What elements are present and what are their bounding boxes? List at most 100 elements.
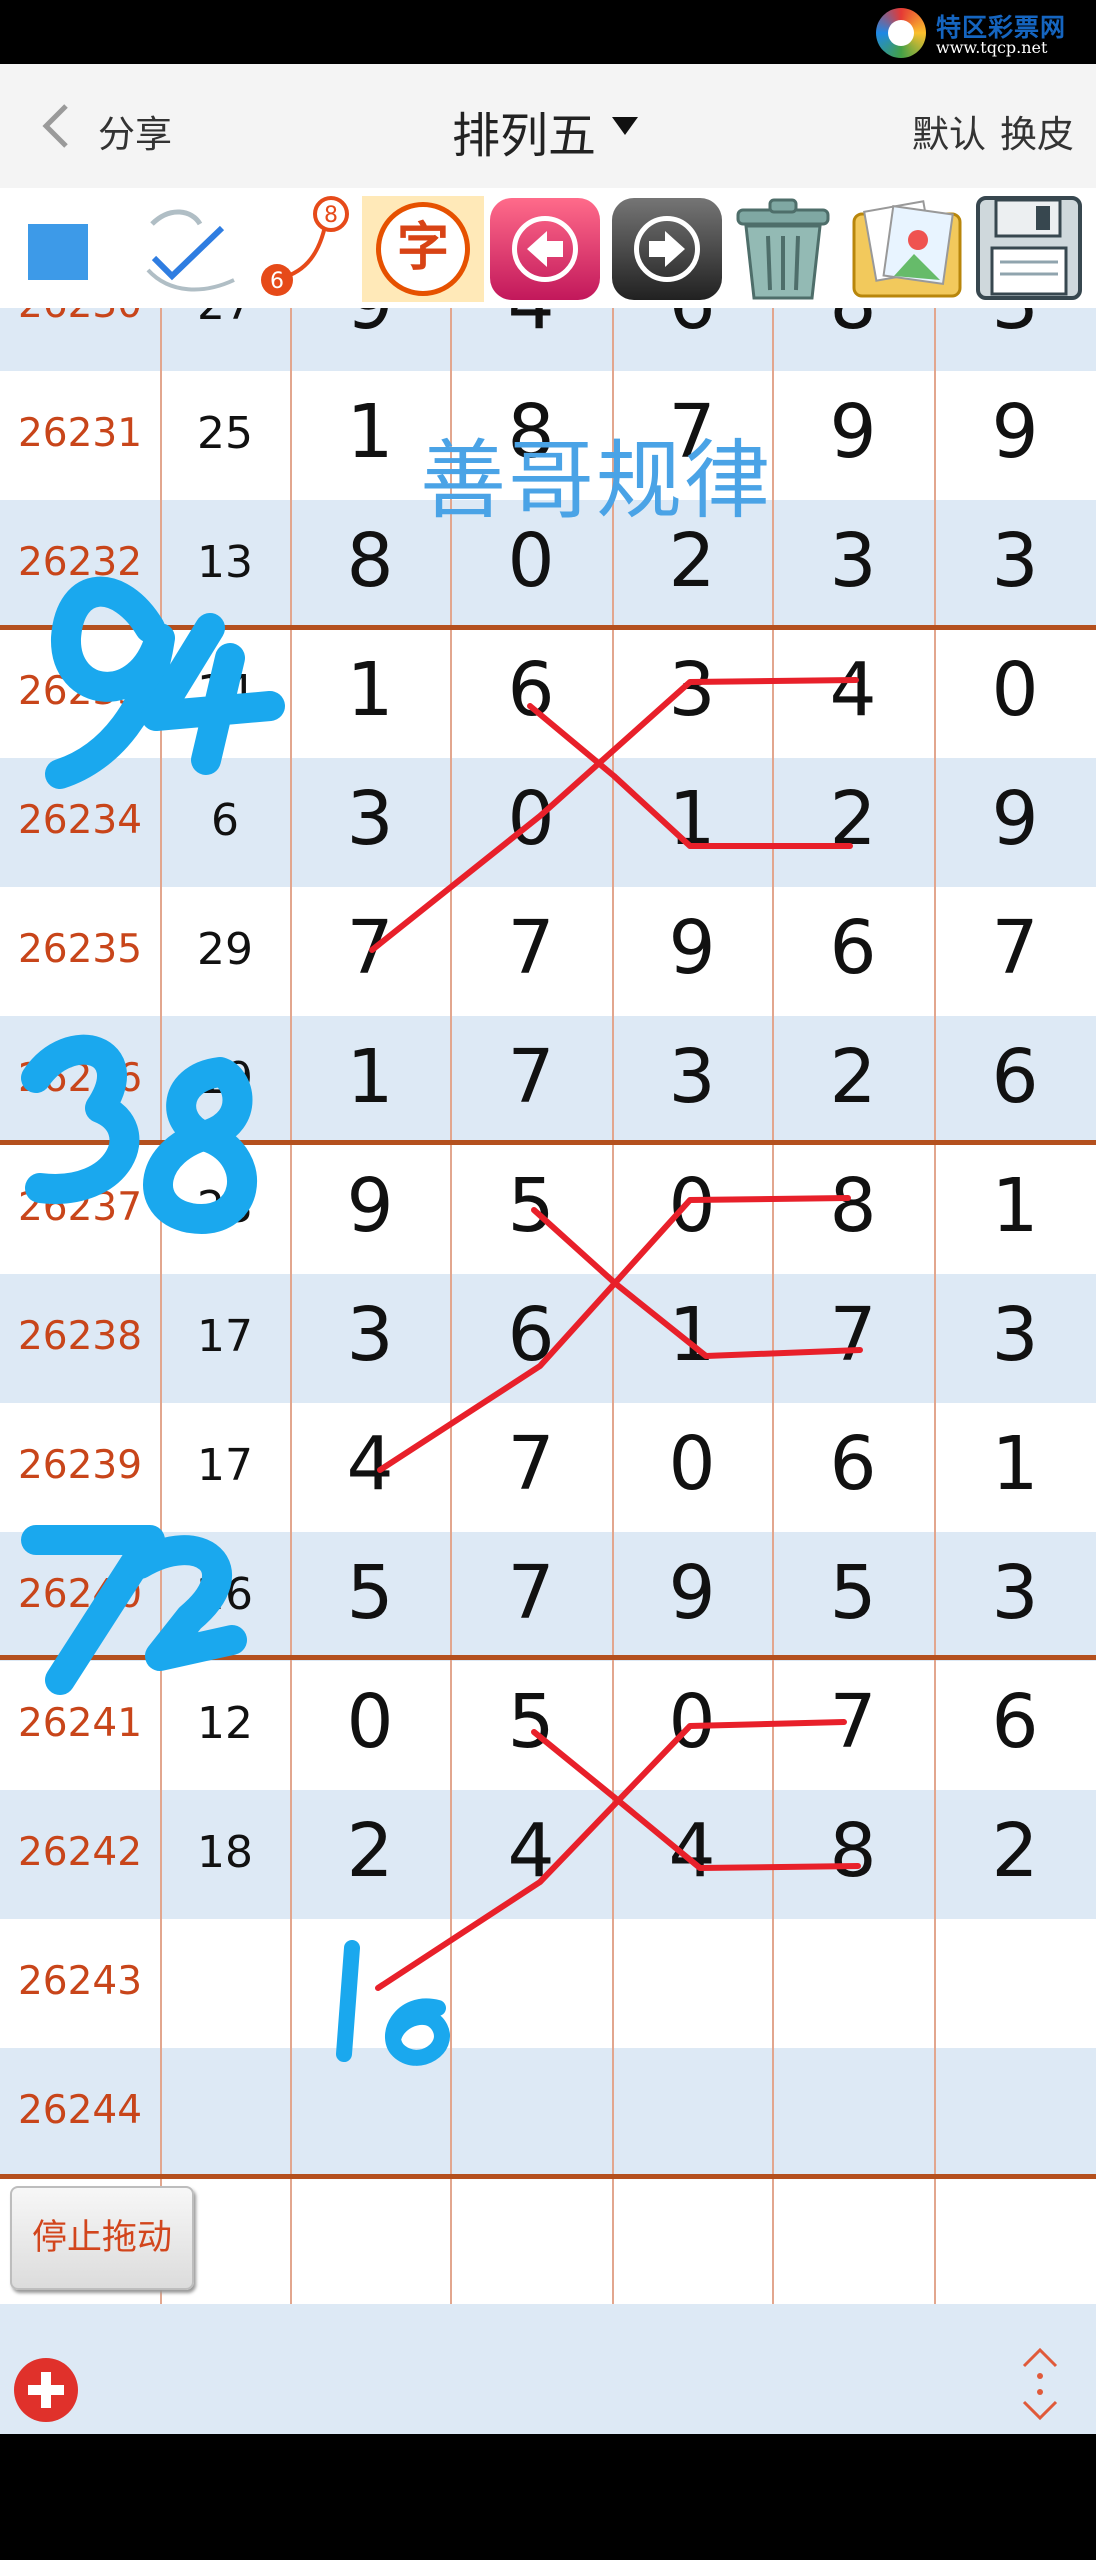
table-row[interactable]: 26237 23 9 5 0 8 1: [0, 1145, 1096, 1274]
digit-cell[interactable]: 4: [290, 1421, 450, 1507]
photo-gallery-icon[interactable]: [848, 192, 966, 304]
table-row[interactable]: 26235 29 7 7 9 6 7: [0, 887, 1096, 1016]
pen-check-tool-icon[interactable]: [140, 198, 240, 302]
char-tool-icon: 字: [376, 202, 470, 296]
digit-cell[interactable]: 8: [772, 1808, 934, 1894]
issue-number: 26236: [17, 1056, 143, 1101]
digit-cell[interactable]: 9: [290, 308, 450, 346]
digit-cell[interactable]: 1: [612, 1292, 772, 1378]
table-row[interactable]: 26241 12 0 5 0 7 6: [0, 1661, 1096, 1790]
digit-cell[interactable]: 7: [450, 1034, 612, 1120]
digit-cell[interactable]: 3: [290, 1292, 450, 1378]
table-row[interactable]: 26233 14 1 6 3 4 0: [0, 629, 1096, 758]
digit-cell[interactable]: 9: [290, 1163, 450, 1249]
stop-drag-button[interactable]: 停止拖动: [10, 2186, 194, 2290]
dropdown-arrow-icon[interactable]: [612, 117, 638, 135]
digit-cell[interactable]: 6: [772, 1421, 934, 1507]
digit-cell[interactable]: 6: [450, 647, 612, 733]
digit-cell[interactable]: 0: [450, 776, 612, 862]
digit-cell[interactable]: 9: [934, 389, 1096, 475]
digit-cell[interactable]: 6: [612, 308, 772, 346]
digit-cell[interactable]: 8: [772, 308, 934, 346]
digit-cell[interactable]: 4: [450, 308, 612, 346]
digit-cell[interactable]: 4: [612, 1808, 772, 1894]
digit-cell[interactable]: 1: [290, 1034, 450, 1120]
digit-cell[interactable]: 7: [772, 1679, 934, 1765]
digit-cell[interactable]: 1: [934, 1163, 1096, 1249]
table-row[interactable]: 26239 17 4 7 0 6 1: [0, 1403, 1096, 1532]
page-title[interactable]: 排列五: [452, 96, 596, 166]
route-line-tool-icon[interactable]: 8 6: [255, 192, 355, 302]
digit-cell[interactable]: 9: [612, 1550, 772, 1636]
share-button[interactable]: 分享: [98, 104, 172, 158]
digit-cell[interactable]: 5: [290, 1550, 450, 1636]
digit-cell[interactable]: 3: [934, 1550, 1096, 1636]
digit-cell[interactable]: 4: [450, 1808, 612, 1894]
digit-cell[interactable]: 9: [934, 776, 1096, 862]
redo-button[interactable]: [612, 198, 722, 300]
back-chevron-icon[interactable]: [36, 102, 76, 150]
table-row[interactable]: 26236 19 1 7 3 2 6: [0, 1016, 1096, 1145]
digit-cell[interactable]: 4: [772, 647, 934, 733]
table-row[interactable]: 26238 17 3 6 1 7 3: [0, 1274, 1096, 1403]
digit-cell[interactable]: 6: [934, 1679, 1096, 1765]
trash-can-icon[interactable]: [724, 192, 842, 304]
digit-cell[interactable]: 3: [934, 518, 1096, 604]
digit-cell[interactable]: 9: [772, 389, 934, 475]
undo-button[interactable]: [490, 198, 600, 300]
digit-cell[interactable]: 2: [290, 1808, 450, 1894]
digit-cell[interactable]: 5: [450, 1163, 612, 1249]
digit-cell[interactable]: 2: [772, 1034, 934, 1120]
digit-cell[interactable]: 5: [772, 1550, 934, 1636]
digit-sum: 6: [211, 795, 239, 846]
digit-sum: 12: [197, 1698, 253, 1749]
issue-number: 26243: [17, 1959, 143, 2004]
digit-cell[interactable]: 7: [450, 1550, 612, 1636]
issue-number: 26242: [17, 1830, 143, 1875]
digit-cell[interactable]: 0: [612, 1421, 772, 1507]
change-skin-button[interactable]: 换皮: [1000, 104, 1074, 158]
number-grid: 2623027946832623125187992623213802332623…: [0, 308, 1096, 2304]
digit-cell[interactable]: 2: [772, 776, 934, 862]
issue-number: 26239: [17, 1443, 143, 1488]
expand-vertical-icon[interactable]: [1012, 2344, 1068, 2424]
grid-divider: [772, 308, 774, 2304]
table-row[interactable]: 26242 18 2 4 4 8 2: [0, 1790, 1096, 1919]
digit-cell[interactable]: 9: [612, 905, 772, 991]
digit-cell[interactable]: 0: [290, 1679, 450, 1765]
digit-cell[interactable]: 3: [612, 1034, 772, 1120]
issue-number: 26238: [17, 1314, 143, 1359]
digit-cell[interactable]: 1: [934, 1421, 1096, 1507]
add-plus-icon[interactable]: [14, 2358, 78, 2422]
digit-cell[interactable]: 1: [290, 647, 450, 733]
digit-cell[interactable]: 6: [772, 905, 934, 991]
digit-cell[interactable]: 0: [612, 1679, 772, 1765]
digit-cell[interactable]: 7: [934, 905, 1096, 991]
digit-cell[interactable]: 3: [934, 308, 1096, 346]
table-row-partial[interactable]: 262302794683: [0, 308, 1096, 371]
default-button[interactable]: 默认: [912, 104, 986, 158]
table-row[interactable]: 26244: [0, 2048, 1096, 2177]
text-tool[interactable]: 字: [362, 196, 484, 302]
digit-cell[interactable]: 8: [772, 1163, 934, 1249]
digit-cell[interactable]: 3: [772, 518, 934, 604]
digit-cell[interactable]: 1: [612, 776, 772, 862]
digit-cell[interactable]: 7: [290, 905, 450, 991]
digit-cell[interactable]: 3: [612, 647, 772, 733]
digit-cell[interactable]: 0: [612, 1163, 772, 1249]
digit-cell[interactable]: 6: [450, 1292, 612, 1378]
digit-cell[interactable]: 7: [450, 905, 612, 991]
save-disk-icon[interactable]: [970, 192, 1088, 304]
table-row[interactable]: 26240 26 5 7 9 5 3: [0, 1532, 1096, 1661]
digit-cell[interactable]: 0: [934, 647, 1096, 733]
digit-cell[interactable]: 3: [934, 1292, 1096, 1378]
table-row[interactable]: 26234 6 3 0 1 2 9: [0, 758, 1096, 887]
digit-cell[interactable]: 7: [772, 1292, 934, 1378]
table-row[interactable]: 26243: [0, 1919, 1096, 2048]
digit-cell[interactable]: 5: [450, 1679, 612, 1765]
digit-cell[interactable]: 7: [450, 1421, 612, 1507]
digit-cell[interactable]: 3: [290, 776, 450, 862]
digit-cell[interactable]: 6: [934, 1034, 1096, 1120]
color-square-tool[interactable]: [28, 224, 88, 280]
digit-cell[interactable]: 2: [934, 1808, 1096, 1894]
